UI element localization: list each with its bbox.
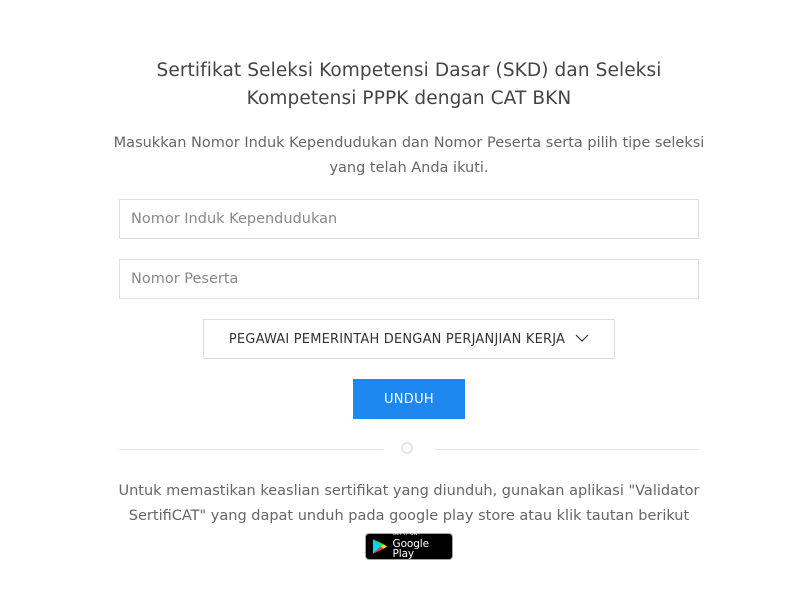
certificate-page: Sertifikat Seleksi Kompetensi Dasar (SKD… (0, 0, 794, 605)
selection-type-value: PEGAWAI PEMERINTAH DENGAN PERJANJIAN KER… (228, 331, 566, 347)
nik-input[interactable] (119, 199, 699, 239)
chevron-down-icon (575, 334, 589, 342)
divider-line-left (119, 449, 383, 450)
google-play-big-text: Google Play (392, 537, 430, 561)
participant-number-input[interactable] (119, 259, 699, 299)
page-instructions: Masukkan Nomor Induk Kependudukan dan No… (113, 135, 705, 176)
download-button[interactable]: UNDUH (353, 379, 465, 419)
google-play-badge-link[interactable]: GET IT ON Google Play (365, 533, 453, 560)
circle-icon (401, 442, 413, 454)
google-play-icon (372, 539, 388, 554)
validator-info-text: Untuk memastikan keaslian sertifikat yan… (118, 483, 700, 524)
selection-type-dropdown[interactable]: PEGAWAI PEMERINTAH DENGAN PERJANJIAN KER… (203, 319, 615, 359)
divider-line-right (435, 449, 699, 450)
page-title: Sertifikat Seleksi Kompetensi Dasar (SKD… (156, 60, 662, 109)
